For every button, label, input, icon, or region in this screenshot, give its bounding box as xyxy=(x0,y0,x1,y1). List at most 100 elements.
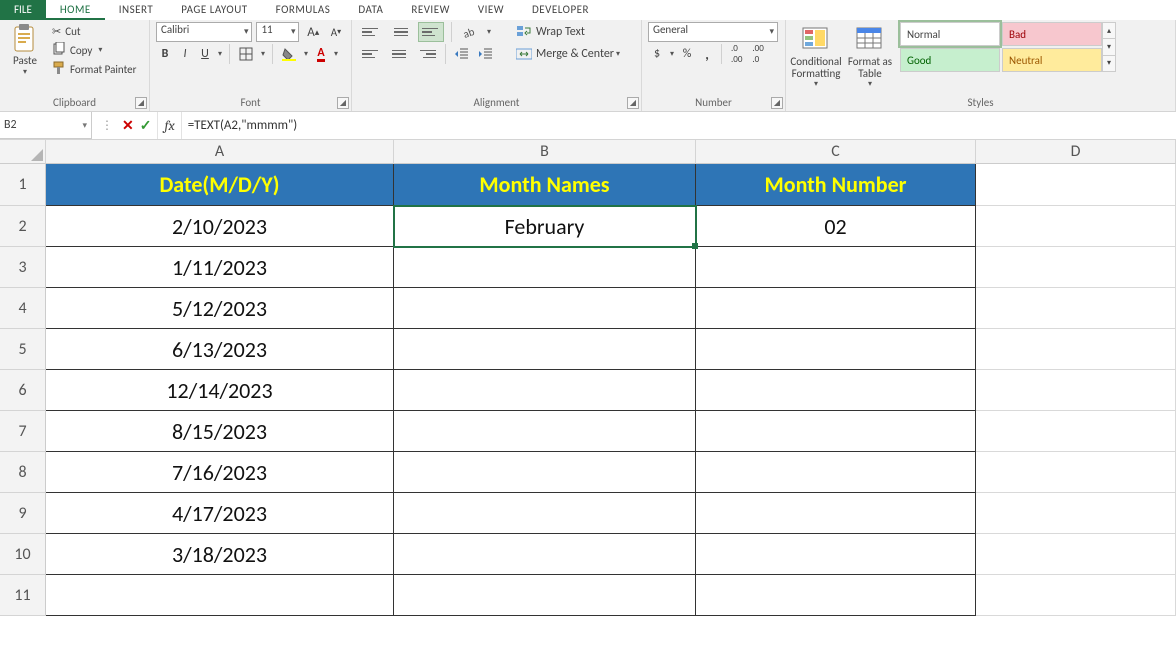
cell[interactable]: 8/15/2023 xyxy=(46,411,394,452)
paste-button[interactable]: Paste ▾ xyxy=(6,22,44,77)
comma-format-button[interactable]: , xyxy=(698,44,716,64)
borders-button[interactable] xyxy=(235,44,257,64)
style-bad[interactable]: Bad xyxy=(1002,22,1102,46)
decrease-decimal-icon[interactable]: .00.0 xyxy=(748,44,767,64)
tab-insert[interactable]: INSERT xyxy=(105,0,168,20)
cell[interactable] xyxy=(696,534,976,575)
cell[interactable] xyxy=(976,164,1176,206)
number-format-select[interactable]: General▾ xyxy=(648,22,778,42)
table-header-cell[interactable]: Month Number xyxy=(696,164,976,206)
row-header[interactable]: 10 xyxy=(0,534,46,575)
cell[interactable]: 4/17/2023 xyxy=(46,493,394,534)
cell[interactable]: 3/18/2023 xyxy=(46,534,394,575)
row-header[interactable]: 4 xyxy=(0,288,46,329)
cell[interactable] xyxy=(696,493,976,534)
cell[interactable]: 6/13/2023 xyxy=(46,329,394,370)
chevron-down-icon[interactable]: ▾ xyxy=(96,45,104,55)
file-tab[interactable]: FILE xyxy=(0,0,46,20)
chevron-down-icon[interactable]: ▾ xyxy=(259,49,267,59)
cell[interactable] xyxy=(394,452,696,493)
chevron-up-icon[interactable]: ▴ xyxy=(1103,23,1115,39)
accept-formula-icon[interactable]: ✓ xyxy=(140,117,152,134)
align-left-icon[interactable] xyxy=(358,44,384,64)
cancel-formula-icon[interactable]: ✕ xyxy=(122,117,134,134)
merge-center-button[interactable]: Merge & Center ▾ xyxy=(511,44,627,64)
style-normal[interactable]: Normal xyxy=(900,22,1000,46)
cell[interactable] xyxy=(976,329,1176,370)
cell[interactable] xyxy=(394,411,696,452)
cell[interactable] xyxy=(696,288,976,329)
accounting-format-button[interactable]: $ xyxy=(648,44,666,64)
align-center-icon[interactable] xyxy=(386,44,412,64)
cell[interactable]: 7/16/2023 xyxy=(46,452,394,493)
cell[interactable] xyxy=(696,411,976,452)
chevron-down-icon[interactable]: ▾ xyxy=(614,49,622,59)
cell[interactable]: 12/14/2023 xyxy=(46,370,394,411)
cell[interactable] xyxy=(976,370,1176,411)
style-gallery-scroll[interactable]: ▴ ▾ ▾ xyxy=(1102,22,1116,72)
cell[interactable] xyxy=(394,534,696,575)
chevron-down-icon[interactable]: ▾ xyxy=(668,49,676,59)
decrease-font-icon[interactable]: A▾ xyxy=(327,22,345,42)
cell[interactable] xyxy=(976,493,1176,534)
cell[interactable] xyxy=(394,329,696,370)
cell[interactable] xyxy=(976,452,1176,493)
more-icon[interactable]: ▾ xyxy=(1103,56,1115,71)
cell[interactable] xyxy=(976,411,1176,452)
cell[interactable] xyxy=(976,575,1176,616)
select-all-corner[interactable] xyxy=(0,140,46,164)
cell[interactable] xyxy=(976,534,1176,575)
tab-page-layout[interactable]: PAGE LAYOUT xyxy=(167,0,261,20)
increase-font-icon[interactable]: A▴ xyxy=(303,22,323,42)
dropdown-icon[interactable]: ⋮ xyxy=(98,116,116,136)
cell[interactable]: 02 xyxy=(696,206,976,247)
cell[interactable]: 2/10/2023 xyxy=(46,206,394,247)
formula-input[interactable]: =TEXT(A2,"mmmm") xyxy=(182,112,1176,139)
tab-formulas[interactable]: FORMULAS xyxy=(262,0,345,20)
tab-review[interactable]: REVIEW xyxy=(397,0,464,20)
cell[interactable] xyxy=(394,247,696,288)
chevron-down-icon[interactable]: ▾ xyxy=(485,27,493,37)
table-header-cell[interactable]: Month Names xyxy=(394,164,696,206)
conditional-formatting-button[interactable]: Conditional Formatting▾ xyxy=(792,22,840,90)
name-box[interactable]: B2 ▾ xyxy=(0,112,92,139)
cell[interactable] xyxy=(696,329,976,370)
tab-view[interactable]: VIEW xyxy=(464,0,518,20)
row-header[interactable]: 2 xyxy=(0,206,46,247)
cell[interactable] xyxy=(696,452,976,493)
cell[interactable] xyxy=(976,288,1176,329)
decrease-indent-icon[interactable] xyxy=(451,44,473,64)
cell[interactable] xyxy=(976,206,1176,247)
insert-function-button[interactable]: fx xyxy=(158,112,181,139)
cell[interactable] xyxy=(696,575,976,616)
cell[interactable]: 5/12/2023 xyxy=(46,288,394,329)
row-header[interactable]: 6 xyxy=(0,370,46,411)
align-bottom-icon[interactable] xyxy=(418,22,444,42)
tab-data[interactable]: DATA xyxy=(344,0,397,20)
increase-indent-icon[interactable] xyxy=(475,44,497,64)
cell[interactable] xyxy=(46,575,394,616)
cut-button[interactable]: ✂ Cut xyxy=(52,22,136,40)
dialog-launcher-icon[interactable]: ◢ xyxy=(771,97,783,109)
dialog-launcher-icon[interactable]: ◢ xyxy=(337,97,349,109)
chevron-down-icon[interactable]: ▾ xyxy=(332,49,340,59)
row-header[interactable]: 5 xyxy=(0,329,46,370)
chevron-down-icon[interactable]: ▾ xyxy=(21,67,29,77)
cell[interactable] xyxy=(394,575,696,616)
column-header[interactable]: D xyxy=(976,140,1176,164)
font-name-select[interactable]: Calibri▾ xyxy=(156,22,252,42)
dialog-launcher-icon[interactable]: ◢ xyxy=(627,97,639,109)
chevron-down-icon[interactable]: ▾ xyxy=(216,49,224,59)
chevron-down-icon[interactable]: ▾ xyxy=(302,49,310,59)
tab-home[interactable]: HOME xyxy=(46,0,105,20)
align-top-icon[interactable] xyxy=(358,22,384,42)
row-header[interactable]: 7 xyxy=(0,411,46,452)
table-header-cell[interactable]: Date(M/D/Y) xyxy=(46,164,394,206)
font-color-button[interactable]: A xyxy=(312,44,330,64)
align-middle-icon[interactable] xyxy=(388,22,414,42)
cell[interactable] xyxy=(394,493,696,534)
row-header[interactable]: 3 xyxy=(0,247,46,288)
row-header[interactable]: 11 xyxy=(0,575,46,616)
column-header[interactable]: C xyxy=(696,140,976,164)
dialog-launcher-icon[interactable]: ◢ xyxy=(135,97,147,109)
